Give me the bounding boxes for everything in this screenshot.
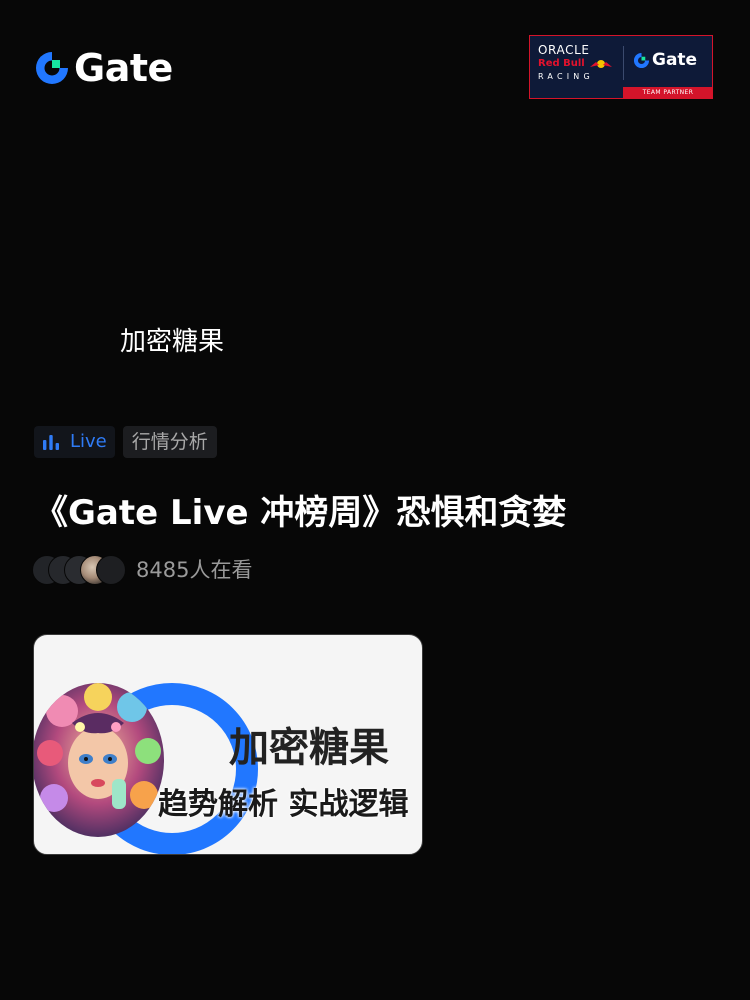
partner-divider [623, 46, 624, 80]
logo-wordmark: Gate [74, 46, 173, 90]
candy-girl-illustration [34, 683, 164, 837]
partner-gate-text: Gate [652, 50, 698, 70]
partner-gate-logo: Gate [633, 50, 697, 70]
red-bull-icon [589, 60, 612, 68]
live-bars-icon [43, 435, 59, 450]
thumbnail-title: 加密糖果 [229, 725, 389, 771]
oracle-redbull-racing-logo: ORACLE Red Bull RACING [538, 43, 618, 83]
live-stream-page: Gate ORACLE Red Bull RACING Gate TEAM PA… [0, 0, 750, 1000]
viewer-count: 8485人在看 [136, 558, 253, 582]
stream-tags: Live 行情分析 [34, 426, 217, 458]
team-partner-strip: TEAM PARTNER [623, 87, 713, 98]
oracle-text: ORACLE [538, 43, 590, 57]
channel-name[interactable]: 加密糖果 [120, 325, 224, 359]
stream-thumbnail[interactable]: 加密糖果 趋势解析 实战逻辑 [33, 634, 423, 855]
category-tag[interactable]: 行情分析 [122, 426, 217, 458]
live-label: Live [70, 431, 107, 452]
thumbnail-subtitle: 趋势解析 实战逻辑 [158, 787, 409, 822]
live-badge: Live [34, 426, 115, 458]
red-bull-row: Red Bull [538, 57, 618, 71]
red-bull-text: Red Bull [538, 58, 585, 69]
racing-text: RACING [538, 72, 594, 81]
gate-logo[interactable]: Gate [34, 46, 173, 90]
gate-logo-icon [36, 52, 68, 84]
avatar [96, 555, 126, 585]
viewer-avatars [32, 553, 132, 587]
viewer-row: 8485人在看 [32, 553, 252, 587]
team-partner-badge: ORACLE Red Bull RACING Gate TEAM PARTNER [529, 35, 713, 99]
stream-title: 《Gate Live 冲榜周》恐惧和贪婪 [34, 493, 567, 533]
gate-logo-icon [633, 52, 650, 68]
